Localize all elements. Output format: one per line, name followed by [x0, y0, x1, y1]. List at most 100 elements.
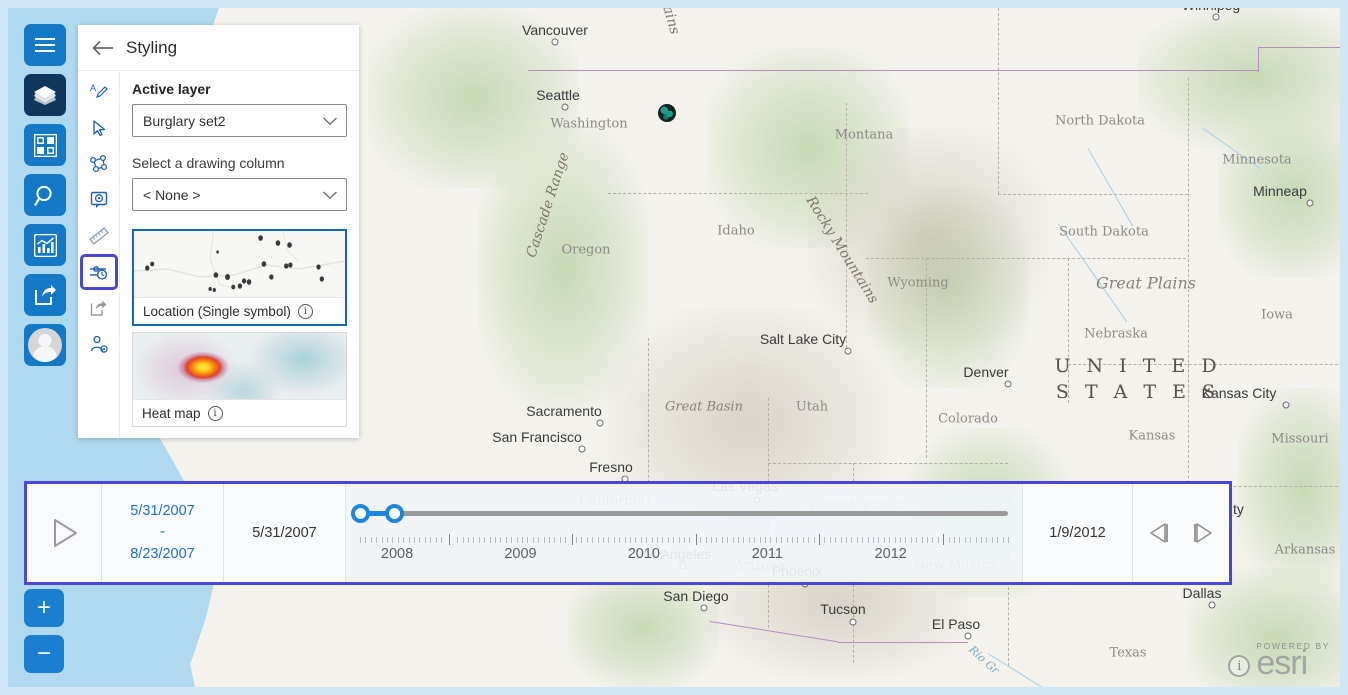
- points-thumbnail: [134, 231, 345, 297]
- slider-handle-end[interactable]: [385, 504, 404, 523]
- minor-tick: [522, 537, 523, 543]
- slider-area[interactable]: 2008 2009 2010 2011 2012: [346, 484, 1023, 582]
- minor-tick: [376, 537, 378, 543]
- drawing-column-label: Select a drawing column: [132, 155, 285, 171]
- minor-tick: [554, 537, 556, 543]
- minor-tick: [603, 537, 604, 543]
- minor-tick: [921, 537, 923, 543]
- minor-tick: [532, 537, 534, 543]
- layers-button[interactable]: [24, 74, 66, 116]
- minor-tick: [608, 537, 610, 543]
- text-annotate-icon: A: [90, 83, 108, 98]
- state-line-ut-az: [768, 463, 1008, 464]
- info-icon[interactable]: i: [297, 303, 313, 319]
- feature-label: Rio Gr: [966, 643, 1002, 677]
- minor-tick: [770, 537, 772, 543]
- minor-tick: [635, 537, 637, 543]
- slider-handle-start[interactable]: [351, 504, 370, 523]
- annotate-tool[interactable]: A: [83, 77, 115, 107]
- share-tool[interactable]: [83, 293, 115, 323]
- drawing-column-select[interactable]: < None >: [132, 178, 347, 211]
- state-line-dakota-mn: [1188, 78, 1189, 398]
- state-line-mt-nd: [998, 8, 999, 194]
- panel-title: Styling: [126, 37, 178, 57]
- user-settings-tool[interactable]: [83, 329, 115, 359]
- city-label: Salt Lake City: [759, 331, 847, 347]
- city-marker: [1208, 601, 1216, 609]
- minor-tick: [883, 537, 885, 543]
- search-button[interactable]: [24, 174, 66, 216]
- minor-tick: [705, 537, 707, 543]
- active-layer-value: Burglary set2: [143, 112, 226, 129]
- minor-tick: [538, 537, 540, 543]
- minor-tick: [991, 537, 993, 543]
- active-layer-select[interactable]: Burglary set2: [132, 104, 347, 137]
- step-back-button[interactable]: [1148, 521, 1170, 545]
- step-forward-button[interactable]: [1192, 521, 1214, 545]
- city-label: El Paso: [931, 616, 981, 632]
- back-button[interactable]: [92, 37, 114, 59]
- minor-tick: [414, 537, 415, 543]
- share-button[interactable]: [24, 274, 66, 316]
- slider-year-labels: 2008 2009 2010 2011 2012: [360, 546, 1008, 568]
- play-button[interactable]: [27, 484, 102, 582]
- state-line-ne-ks: [1068, 364, 1340, 365]
- city-marker: [1004, 380, 1012, 388]
- style-card-label: Heat map: [142, 405, 201, 421]
- user-avatar[interactable]: [24, 324, 66, 366]
- active-layer-label: Active layer: [132, 81, 211, 97]
- style-card-caption: Location (Single symbol) i: [134, 297, 345, 324]
- minor-tick: [1002, 537, 1004, 543]
- terrain-green-texas: [1188, 568, 1340, 687]
- menu-button[interactable]: [24, 24, 66, 66]
- minor-tick: [813, 537, 815, 543]
- share-icon: [34, 285, 56, 305]
- us-canada-border-east: [1258, 47, 1340, 48]
- measure-tool[interactable]: [83, 221, 115, 251]
- info-icon[interactable]: i: [207, 405, 223, 421]
- minor-tick: [910, 537, 912, 543]
- range-from: 5/31/2007: [130, 503, 195, 520]
- minor-tick: [775, 537, 777, 543]
- city-marker: [596, 419, 604, 427]
- panel-body: A Active layer Burglary set2 Select a dr…: [78, 71, 359, 438]
- time-slider: 5/31/2007 - 8/23/2007 5/31/2007 2008 2009…: [24, 481, 1232, 585]
- minor-tick: [365, 537, 367, 543]
- basemap-button[interactable]: [24, 124, 66, 166]
- analytics-button[interactable]: [24, 224, 66, 266]
- state-label: Texas: [1109, 645, 1147, 661]
- zoom-out-button[interactable]: −: [24, 635, 64, 673]
- us-canada-border: [528, 70, 1258, 71]
- zoom-in-button[interactable]: +: [24, 589, 64, 627]
- style-card-heatmap[interactable]: Heat map i: [132, 332, 347, 427]
- minor-tick: [370, 537, 372, 543]
- minor-tick: [970, 537, 972, 543]
- link-analysis-tool[interactable]: [83, 149, 115, 179]
- data-point-cluster[interactable]: [658, 104, 676, 122]
- zoom-controls: + −: [24, 589, 64, 673]
- minor-tick: [657, 537, 658, 543]
- panel-header: Styling: [78, 25, 359, 71]
- selected-range-display[interactable]: 5/31/2007 - 8/23/2007: [102, 484, 224, 582]
- city-label: Kansas City: [1201, 385, 1277, 401]
- slider-track[interactable]: [360, 511, 1008, 516]
- terrain-green-ne: [1138, 8, 1340, 148]
- city-label: Denver: [963, 364, 1009, 380]
- select-tool[interactable]: [83, 113, 115, 143]
- minor-tick: [489, 537, 491, 543]
- style-card-location[interactable]: Location (Single symbol) i: [132, 229, 347, 326]
- minor-tick: [937, 537, 939, 543]
- minor-tick: [646, 537, 648, 543]
- minor-tick: [387, 537, 388, 543]
- range-dash: -: [160, 524, 165, 541]
- tagged-marker-tool[interactable]: [83, 185, 115, 215]
- basemap-grid-icon: [33, 133, 57, 157]
- minor-tick: [748, 537, 750, 543]
- feature-label: Great Basin: [665, 399, 743, 415]
- minor-tick: [905, 537, 907, 543]
- share-box-icon: [90, 300, 106, 316]
- minor-tick: [716, 537, 718, 543]
- styling-tool[interactable]: [79, 254, 118, 290]
- river-red: [1202, 128, 1261, 170]
- feature-label: Great Plains: [1095, 273, 1197, 293]
